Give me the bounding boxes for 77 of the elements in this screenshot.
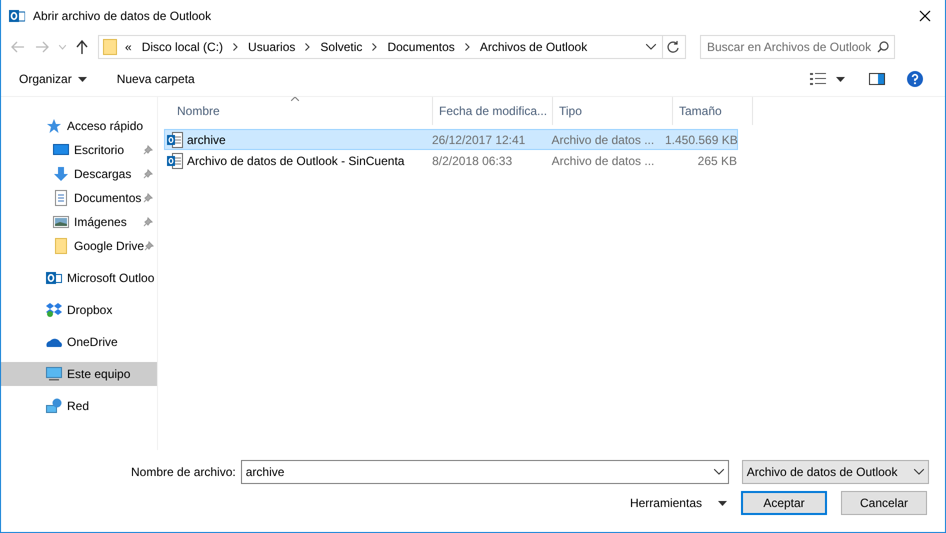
chevron-icon [233,43,238,51]
window-title: Abrir archivo de datos de Outlook [33,8,212,25]
caret-icon [718,500,727,506]
dropdown-caret-icon [914,469,924,475]
address-bar[interactable]: « Disco local (C:) Usuarios Solvetic Documentos Archivos de Outlook [98,35,686,59]
file-row[interactable]: archive 26/12/2017 12:41 Archivo de datos ... 1.450.569 KB [164,129,738,150]
breadcrumb[interactable]: Disco local (C:) [142,38,224,56]
caret-icon [78,76,87,82]
outlook-logo-icon [9,8,25,24]
view-options-icon[interactable] [810,73,826,85]
sidebar-item[interactable]: Acceso rápido [1,114,157,138]
star-icon [46,118,62,134]
organize-button[interactable]: Organizar [19,70,87,88]
dropdown-caret-icon[interactable] [646,44,656,50]
folder-icon [103,39,117,55]
sidebar-item[interactable]: Documentos [1,186,157,210]
preview-pane-icon[interactable] [869,73,885,85]
search-icon [877,41,889,53]
chevron-icon [372,43,378,51]
sidebar-item[interactable]: Imágenes [1,210,157,234]
sidebar-item[interactable]: Dropbox [1,298,157,322]
sidebar-item[interactable]: OneDrive [1,330,157,354]
size-text: 265 KB [698,154,738,168]
pin-icon[interactable] [143,145,153,155]
breadcrumb[interactable]: Documentos [387,38,455,56]
file-name-field[interactable]: archive [240,460,729,484]
pin-icon[interactable] [144,241,154,251]
cancel-button[interactable]: Cancelar [841,491,927,515]
sidebar-item[interactable]: Descargas [1,162,157,186]
column-header[interactable]: Tamaño [673,97,753,125]
help-icon[interactable] [907,71,923,87]
breadcrumb[interactable]: Usuarios [248,38,296,56]
file-name-label: Nombre de archivo: [131,464,236,481]
file-row[interactable]: Archivo de datos de Outlook - SinCuenta 8/2/2018 06:33 Archivo de datos ... 265 KB [164,150,738,171]
up-arrow-icon[interactable] [76,40,88,54]
column-header[interactable]: Fecha de modifica... [433,97,553,125]
sidebar-item[interactable]: Red [1,394,157,418]
document-icon [53,190,69,206]
file-name: archive [187,132,226,148]
sidebar-item[interactable]: Google Drive [1,234,157,258]
file-type-dropdown[interactable]: Archivo de datos de Outlook [742,460,929,484]
picture-icon [53,214,69,230]
search-field[interactable]: Buscar en Archivos de Outlook [700,35,895,59]
pin-icon[interactable] [143,217,153,227]
accept-button[interactable]: Aceptar [741,491,827,515]
download-arrow-icon [53,166,69,182]
dropdown-caret-icon[interactable] [714,469,724,475]
close-icon[interactable] [919,10,931,22]
sidebar-item[interactable]: Escritorio [1,138,157,162]
sidebar-item[interactable]: Microsoft Outloo [1,266,157,290]
column-header[interactable]: Tipo [553,97,673,125]
type-text: Archivo de datos ... [551,132,654,146]
breadcrumb[interactable]: Archivos de Outlook [480,38,588,56]
breadcrumb[interactable]: Solvetic [320,38,362,56]
breadcrumb-separator: « [125,39,132,56]
chevron-icon [305,43,310,51]
file-name: Archivo de datos de Outlook - SinCuenta [187,152,404,170]
column-header[interactable]: Nombre [171,97,433,125]
desktop-icon [53,142,69,158]
chevron-icon [464,43,470,51]
folder-icon [53,238,69,254]
pin-icon[interactable] [143,193,153,203]
tools-button[interactable]: Herramientas [630,494,727,512]
outlook-file-icon [167,152,183,168]
new-folder-button[interactable]: Nueva carpeta [116,70,195,88]
outlook-logo-icon [46,270,62,286]
type-text: Archivo de datos ... [552,154,654,168]
pin-icon[interactable] [143,169,153,179]
outlook-file-icon [167,132,183,148]
size-text: 1.450.569 KB [665,132,738,146]
sidebar-item[interactable]: Este equipo [1,362,157,386]
date-text: 26/12/2017 12:41 [432,132,526,146]
date-text: 8/2/2018 06:33 [432,154,512,168]
network-icon [46,398,62,414]
caret-icon[interactable] [836,76,845,82]
dropbox-icon [46,302,62,318]
monitor-icon [46,366,62,382]
